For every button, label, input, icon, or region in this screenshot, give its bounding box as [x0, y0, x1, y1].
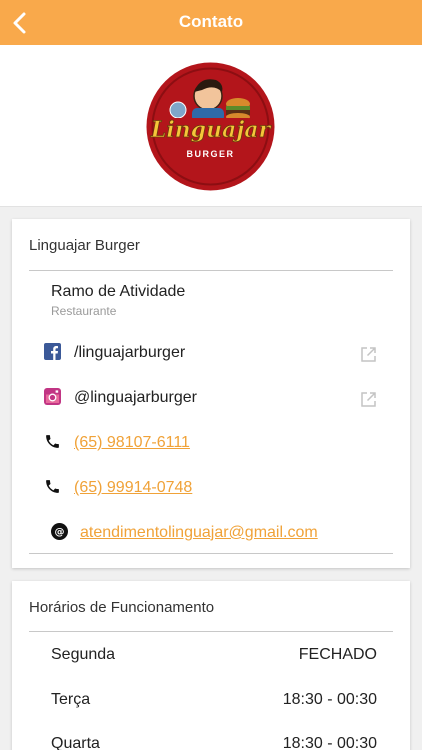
external-link-icon[interactable] [360, 391, 377, 408]
instagram-icon [44, 388, 61, 405]
email-at-icon: @ [51, 523, 68, 540]
hours-time: 18:30 - 00:30 [282, 691, 377, 708]
hours-day: Terça [51, 691, 91, 708]
page-title: Contato [178, 12, 244, 31]
facebook-handle[interactable]: /linguajarburger [74, 344, 185, 362]
logo-header: Linguajar BURGER [0, 45, 422, 207]
phone-link-1[interactable]: (65) 98107-6111 [74, 434, 190, 452]
phone-link-2[interactable]: (65) 99914-0748 [74, 479, 192, 497]
divider [29, 553, 393, 554]
contact-card: Linguajar Burger Ramo de Atividade Resta… [12, 219, 410, 568]
hours-title: Horários de Funcionamento [29, 599, 215, 616]
hours-time: FECHADO [298, 646, 377, 663]
business-logo: Linguajar BURGER [146, 62, 275, 191]
phone-icon [46, 435, 59, 448]
divider [29, 270, 393, 271]
activity-value: Restaurante [51, 304, 117, 318]
instagram-handle[interactable]: @linguajarburger [74, 389, 197, 407]
phone-icon [46, 480, 59, 493]
business-name: Linguajar Burger [29, 237, 140, 254]
divider [29, 631, 393, 632]
activity-label: Ramo de Atividade [51, 283, 186, 300]
svg-text:Linguajar: Linguajar [150, 117, 272, 143]
email-link[interactable]: atendimentolinguajar@gmail.com [80, 524, 318, 542]
hours-day: Segunda [51, 646, 116, 663]
hours-card: Horários de Funcionamento Segunda FECHAD… [12, 581, 410, 750]
hours-day: Quarta [51, 735, 100, 750]
svg-text:@: @ [55, 527, 65, 538]
app-bar: Contato [0, 0, 422, 45]
external-link-icon[interactable] [360, 346, 377, 363]
svg-text:BURGER: BURGER [186, 149, 234, 159]
facebook-icon [44, 343, 61, 360]
hours-time: 18:30 - 00:30 [282, 735, 377, 750]
